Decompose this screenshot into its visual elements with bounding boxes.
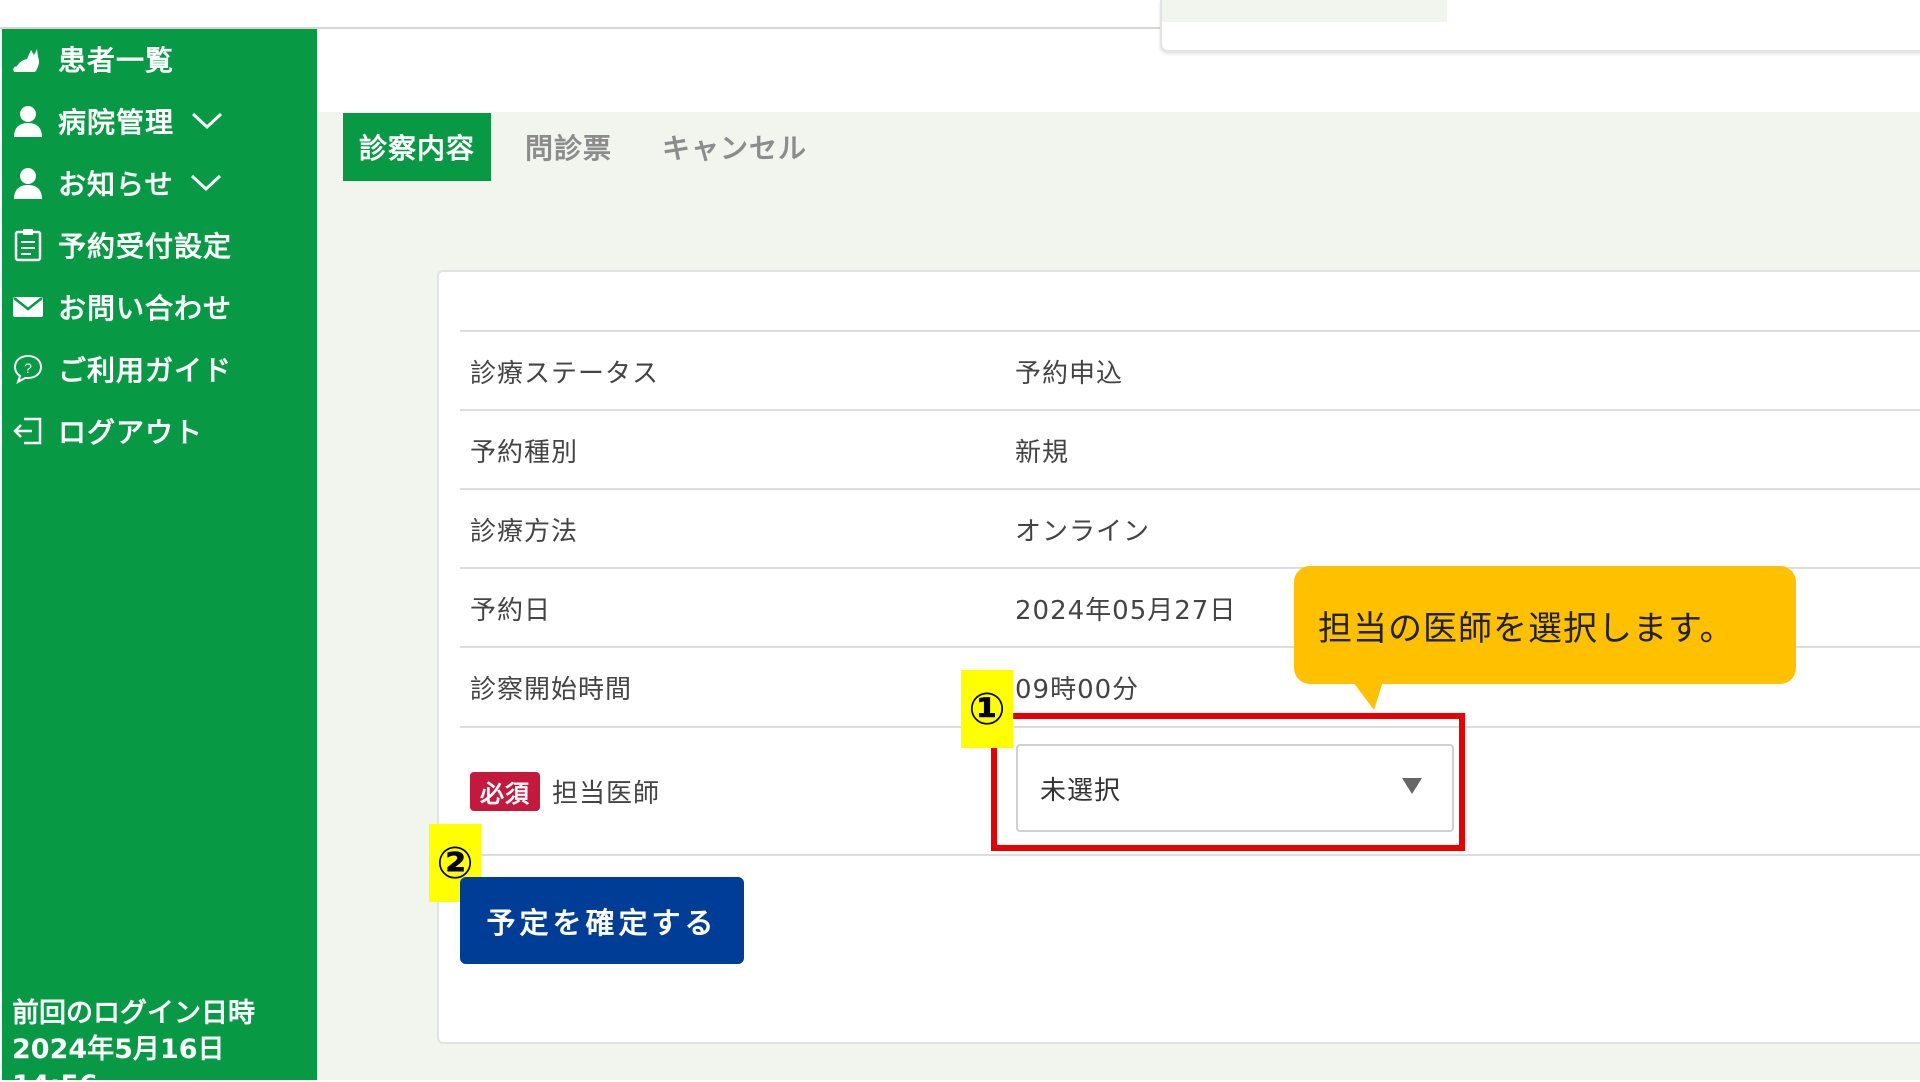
last-login-time: 14:56 [12, 1068, 312, 1080]
sidebar-item-label: 病院管理 [58, 106, 175, 139]
sidebar: 患者一覧 病院管理 お知らせ 予約受付設定 お問い合わせ ? ご利用ガイド ログ… [2, 29, 317, 1080]
row-value: オンライン [1015, 516, 1151, 547]
sidebar-item-label: お知らせ [58, 168, 174, 201]
sidebar-item-reservation-settings[interactable]: 予約受付設定 [2, 215, 317, 275]
sidebar-item-notices[interactable]: お知らせ [2, 153, 317, 213]
row-label: 予約種別 [470, 437, 579, 468]
sidebar-item-contact[interactable]: お問い合わせ [2, 277, 317, 337]
row-value: 予約申込 [1015, 358, 1124, 389]
svg-text:?: ? [24, 360, 32, 376]
clipboard-icon [10, 227, 46, 263]
detail-row-method: 診療方法 オンライン [460, 488, 1920, 568]
person-icon [10, 165, 46, 201]
callout-tooltip: 担当の医師を選択します。 [1294, 566, 1796, 710]
step-1-badge: ① [961, 670, 1013, 748]
tab-cancel[interactable]: キャンセル [646, 113, 823, 181]
sidebar-item-label: ログアウト [58, 416, 204, 449]
sidebar-item-label: お問い合わせ [58, 292, 233, 325]
envelope-icon [10, 289, 46, 325]
help-bubble-icon: ? [10, 351, 46, 387]
sidebar-item-label: 予約受付設定 [58, 230, 233, 263]
chevron-down-icon[interactable] [190, 111, 224, 131]
logout-icon [10, 413, 46, 449]
sidebar-item-label: ご利用ガイド [58, 354, 233, 387]
sidebar-item-guide[interactable]: ? ご利用ガイド [2, 339, 317, 399]
sidebar-item-logout[interactable]: ログアウト [2, 401, 317, 461]
top-panel-fragment [1160, 0, 1920, 52]
tab-questionnaire[interactable]: 問診票 [509, 113, 628, 181]
detail-row-type: 予約種別 新規 [460, 409, 1920, 489]
person-icon [10, 103, 46, 139]
caret-down-icon [1400, 776, 1424, 800]
doctor-label: 担当医師 [552, 778, 661, 809]
row-label: 予約日 [470, 595, 552, 626]
top-panel-fragment-left [1162, 0, 1447, 22]
sidebar-item-hospital-management[interactable]: 病院管理 [2, 91, 317, 151]
chevron-down-icon[interactable] [189, 173, 223, 193]
sidebar-item-patients[interactable]: 患者一覧 [2, 29, 317, 89]
row-label: 診療方法 [470, 516, 579, 547]
row-value: 新規 [1015, 437, 1070, 468]
callout-text: 担当の医師を選択します。 [1318, 608, 1735, 649]
row-value: 2024年05月27日 [1015, 595, 1237, 626]
last-login-label: 前回のログイン日時 [12, 998, 255, 1029]
sidebar-item-label: 患者一覧 [58, 44, 175, 77]
tab-bar: 診察内容 問診票 キャンセル [343, 113, 841, 181]
doctor-label-group: 必須 担当医師 [470, 771, 661, 811]
required-badge: 必須 [470, 771, 540, 811]
row-label: 診察開始時間 [470, 674, 633, 705]
doctor-select[interactable]: 未選択 [1016, 744, 1454, 832]
cat-icon [10, 41, 46, 77]
last-login-info: 前回のログイン日時 2024年5月16日 14:56 [12, 996, 312, 1080]
tab-consultation[interactable]: 診察内容 [343, 113, 492, 181]
doctor-select-value: 未選択 [1040, 775, 1122, 806]
detail-row-status: 診療ステータス 予約申込 [460, 330, 1920, 410]
confirm-schedule-button[interactable]: 予定を確定する [460, 877, 744, 964]
row-value: 09時00分 [1015, 674, 1140, 705]
row-label: 診療ステータス [470, 358, 660, 389]
callout-tail [1350, 678, 1384, 714]
last-login-date: 2024年5月16日 [12, 1034, 225, 1065]
